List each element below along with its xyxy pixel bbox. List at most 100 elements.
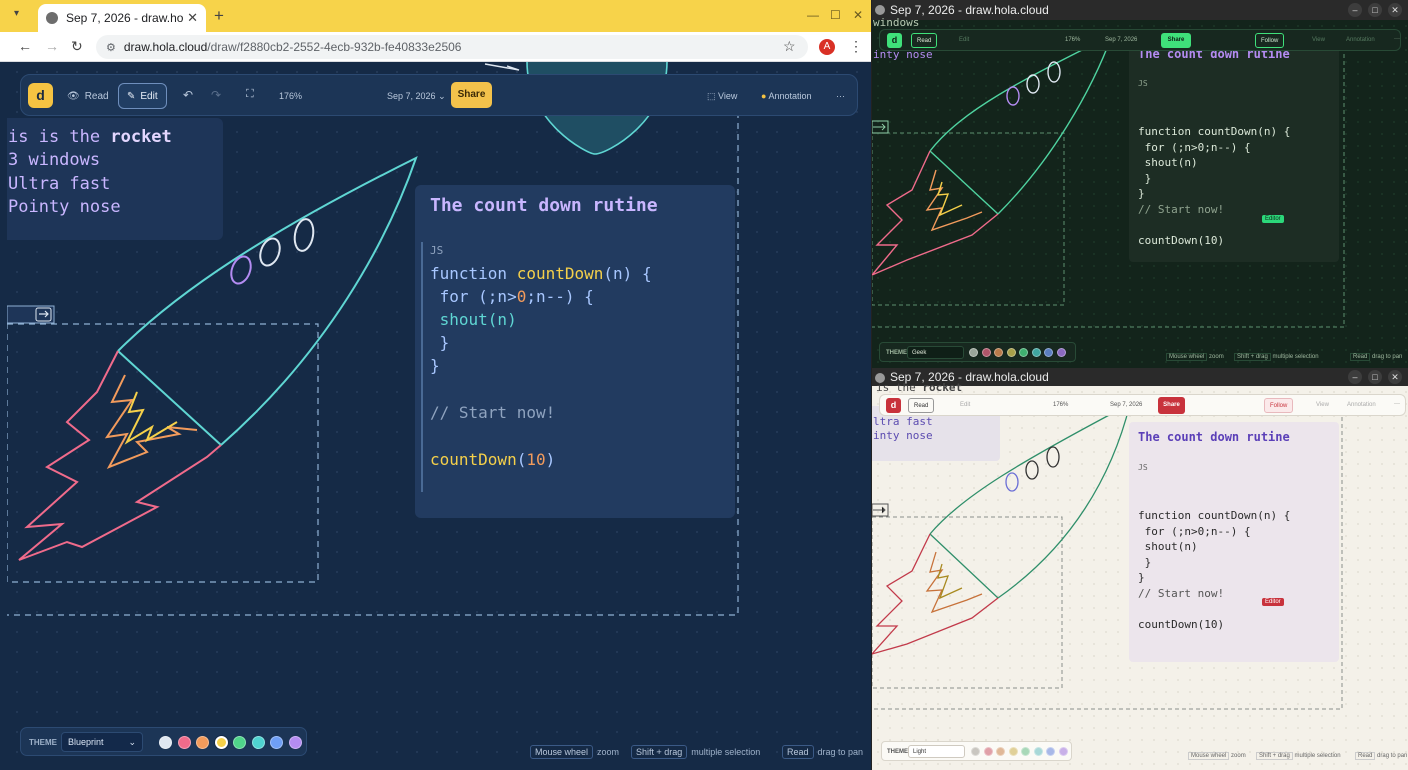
read-label: Read [84,90,109,102]
color-swatch[interactable] [1019,348,1028,357]
close-window-icon[interactable]: ✕ [853,8,863,22]
code-line-2: for (;n>0;n--) { [430,287,594,306]
app-logo[interactable]: d [886,398,901,413]
share-button[interactable]: Share [1161,33,1191,48]
new-tab-icon[interactable]: + [214,6,224,26]
view-button[interactable]: View [1312,37,1325,43]
color-swatch[interactable] [196,736,209,749]
rocket-window-1 [1006,86,1020,106]
site-info-icon[interactable]: ⚙ [106,41,116,54]
drawing-canvas[interactable]: is is the rocket 3 windows Ultra fast Po… [7,62,871,770]
follow-button[interactable]: Follow [1264,398,1294,413]
share-button[interactable]: Share [1158,397,1185,414]
undo-icon[interactable]: ↶ [183,88,193,102]
rocket-note[interactable]: is is the rocket 3 windows Ultra fast Po… [7,118,223,240]
theme-select[interactable]: Geek [907,346,964,359]
read-mode-button[interactable]: 👁 Read [59,83,117,109]
chrome-menu-icon[interactable]: ⋮ [849,38,863,55]
geek-canvas[interactable]: windows inty nose The count down rutine … [872,17,1408,368]
remote-cursor-tag: Editor [1262,215,1284,223]
rocket-window-3 [1046,446,1060,468]
zoom-level[interactable]: 176% [1065,37,1080,43]
more-menu-icon[interactable]: ··· [1394,401,1400,407]
close-window-icon[interactable]: ✕ [1388,370,1402,384]
bookmark-star-icon[interactable]: ☆ [783,38,796,55]
document-date[interactable]: Sep 7, 2026 [1105,37,1137,43]
maximize-icon[interactable]: ☐ [830,8,841,22]
profile-avatar[interactable]: A [819,39,835,55]
color-swatch[interactable] [983,747,993,756]
color-swatch[interactable] [981,348,991,357]
annotation-button[interactable]: Annotation [1346,37,1375,43]
color-swatch[interactable] [1058,747,1068,756]
theme-select[interactable]: Blueprint ⌄ [61,732,143,752]
app-logo[interactable]: d [887,33,902,48]
color-swatch[interactable] [1021,747,1030,756]
edit-mode-button[interactable]: Edit [960,402,970,408]
color-swatch[interactable] [1033,747,1043,756]
forward-icon[interactable]: → [45,38,59,54]
color-swatch[interactable] [233,736,246,749]
zoom-level[interactable]: 176% [279,91,302,101]
note-fragment: is the rocket [876,381,963,394]
color-swatch[interactable] [996,747,1005,756]
read-mode-button[interactable]: Read [911,33,938,48]
tab-search-icon[interactable]: ▾ [14,8,19,19]
minimize-icon[interactable]: – [1348,3,1362,17]
color-swatch[interactable] [214,736,228,749]
code-card[interactable]: The count down rutine JS function countD… [1129,422,1339,662]
annotation-button[interactable]: ● Annotation [761,91,812,101]
annotation-button[interactable]: Annotation [1347,402,1376,408]
color-swatch[interactable] [1031,348,1041,357]
color-swatch[interactable] [177,736,191,749]
globe-icon [46,12,58,24]
frame-dashed-small [7,323,319,583]
rocket-window-2 [1025,460,1039,480]
color-swatch[interactable] [1046,747,1055,756]
redo-icon[interactable]: ↷ [211,88,221,102]
code-card[interactable]: The count down rutine JS function countD… [415,185,735,518]
close-window-icon[interactable]: ✕ [1388,3,1402,17]
address-bar[interactable]: ⚙ draw.hola.cloud/draw/f2880cb2-2552-4ec… [96,35,808,59]
fullscreen-icon[interactable]: ⛶ [246,88,254,101]
minimize-icon[interactable]: — [807,8,819,22]
light-canvas[interactable]: is the rocket ltra fast inty nose The cou… [872,381,1408,770]
app-logo[interactable]: d [28,83,53,108]
theme-select[interactable]: Light [908,745,965,758]
back-icon[interactable]: ← [18,38,32,54]
color-swatch[interactable] [969,348,978,357]
theme-panel: THEME Blueprint ⌄ [20,727,307,756]
color-swatch[interactable] [971,747,980,756]
color-swatch[interactable] [270,736,283,749]
link-arrow-icon [873,506,886,514]
color-swatch[interactable] [1006,348,1016,357]
close-tab-icon[interactable]: ✕ [187,10,198,26]
browser-tab[interactable]: Sep 7, 2026 - draw.hola.c ✕ [38,4,206,32]
share-button[interactable]: Share [451,82,492,108]
code-card[interactable]: The count down rutine JS function countD… [1129,40,1339,262]
maximize-icon[interactable]: □ [1368,3,1382,17]
document-date[interactable]: Sep 7, 2026 ⌄ [387,91,446,102]
document-date[interactable]: Sep 7, 2026 [1110,402,1142,408]
color-swatch[interactable] [1008,747,1018,756]
flame-inner [124,391,178,445]
follow-button[interactable]: Follow [1255,33,1285,48]
color-swatch[interactable] [994,348,1003,357]
maximize-icon[interactable]: □ [1368,370,1382,384]
color-swatch[interactable] [159,736,172,749]
minimize-icon[interactable]: – [1348,370,1362,384]
color-swatch[interactable] [1044,348,1053,357]
rocket-base [929,533,999,599]
reload-icon[interactable]: ↻ [71,38,83,55]
more-menu-icon[interactable]: ··· [836,91,845,101]
view-button[interactable]: ⬚ View [707,91,737,102]
more-menu-icon[interactable]: ··· [1394,36,1400,42]
edit-mode-button[interactable]: Edit [959,37,969,43]
zoom-level[interactable]: 176% [1053,402,1068,408]
color-swatch[interactable] [1056,348,1066,357]
edit-mode-button[interactable]: ✎ Edit [118,83,167,109]
read-mode-button[interactable]: Read [908,398,935,413]
view-button[interactable]: View [1316,402,1329,408]
color-swatch[interactable] [288,736,302,749]
color-swatch[interactable] [251,736,265,749]
